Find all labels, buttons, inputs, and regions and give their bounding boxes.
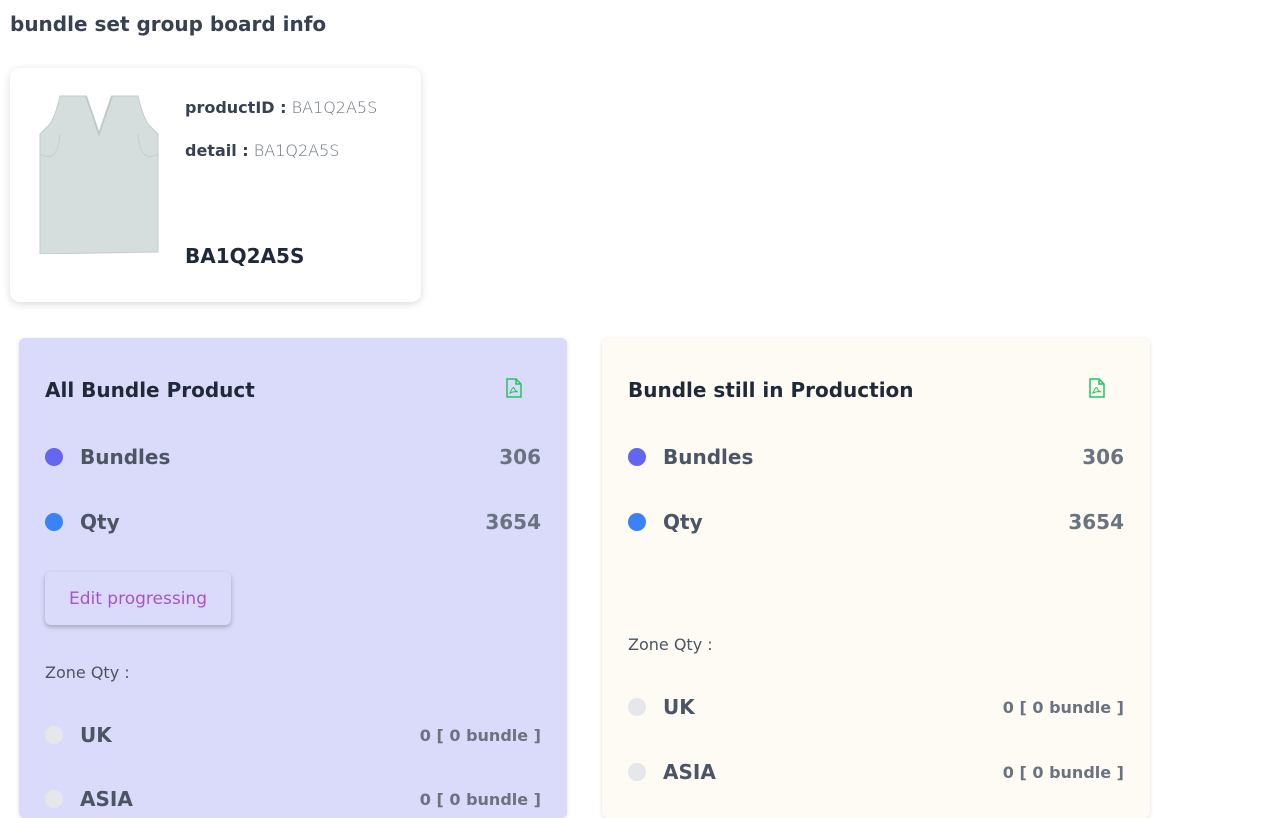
bundles-dot bbox=[45, 448, 63, 466]
zone-label: UK bbox=[80, 723, 112, 747]
zone-dot bbox=[45, 726, 63, 744]
zone-value: 0 [ 0 bundle ] bbox=[419, 790, 541, 809]
zone-value: 0 [ 0 bundle ] bbox=[419, 726, 541, 745]
panel-title: Bundle still in Production bbox=[628, 378, 914, 402]
stat-value: 306 bbox=[1082, 445, 1124, 469]
product-id-field: productID : BA1Q2A5S bbox=[185, 98, 377, 117]
zone-dot bbox=[45, 790, 63, 808]
stat-value: 3654 bbox=[1068, 510, 1124, 534]
bundle-in-production-panel: Bundle still in Production Bundles 306 Q… bbox=[602, 338, 1150, 818]
product-id-label: productID : bbox=[185, 98, 287, 117]
zone-value: 0 [ 0 bundle ] bbox=[1002, 763, 1124, 782]
product-image bbox=[38, 94, 160, 255]
page-title: bundle set group board info bbox=[10, 12, 327, 36]
stat-value: 3654 bbox=[485, 510, 541, 534]
zone-row-asia: ASIA 0 [ 0 bundle ] bbox=[628, 757, 1124, 787]
product-code: BA1Q2A5S bbox=[185, 244, 305, 268]
stat-label: Bundles bbox=[80, 445, 171, 469]
product-card: productID : BA1Q2A5S detail : BA1Q2A5S B… bbox=[10, 68, 421, 302]
zone-dot bbox=[628, 763, 646, 781]
stat-value: 306 bbox=[499, 445, 541, 469]
zone-qty-heading: Zone Qty : bbox=[45, 663, 130, 682]
detail-label: detail : bbox=[185, 141, 249, 160]
zone-label: UK bbox=[663, 695, 695, 719]
stat-label: Qty bbox=[663, 510, 703, 534]
zone-qty-heading: Zone Qty : bbox=[628, 635, 713, 654]
zone-row-asia: ASIA 0 [ 0 bundle ] bbox=[45, 784, 541, 814]
product-id-value: BA1Q2A5S bbox=[291, 98, 378, 117]
stat-label: Bundles bbox=[663, 445, 754, 469]
edit-progressing-button[interactable]: Edit progressing bbox=[45, 572, 231, 625]
detail-value: BA1Q2A5S bbox=[253, 141, 340, 160]
zone-row-uk: UK 0 [ 0 bundle ] bbox=[45, 720, 541, 750]
zone-label: ASIA bbox=[80, 787, 133, 811]
all-bundle-product-panel: All Bundle Product Bundles 306 Qty 3654 … bbox=[19, 338, 567, 818]
zone-row-uk: UK 0 [ 0 bundle ] bbox=[628, 692, 1124, 722]
detail-field: detail : BA1Q2A5S bbox=[185, 141, 339, 160]
stat-row-qty: Qty 3654 bbox=[628, 507, 1124, 537]
qty-dot bbox=[45, 513, 63, 531]
pdf-file-icon[interactable] bbox=[506, 378, 522, 398]
stat-label: Qty bbox=[80, 510, 120, 534]
stat-row-qty: Qty 3654 bbox=[45, 507, 541, 537]
zone-label: ASIA bbox=[663, 760, 716, 784]
panel-title: All Bundle Product bbox=[45, 378, 255, 402]
zone-dot bbox=[628, 698, 646, 716]
stat-row-bundles: Bundles 306 bbox=[45, 442, 541, 472]
pdf-file-icon[interactable] bbox=[1089, 378, 1105, 398]
stat-row-bundles: Bundles 306 bbox=[628, 442, 1124, 472]
zone-value: 0 [ 0 bundle ] bbox=[1002, 698, 1124, 717]
qty-dot bbox=[628, 513, 646, 531]
bundles-dot bbox=[628, 448, 646, 466]
